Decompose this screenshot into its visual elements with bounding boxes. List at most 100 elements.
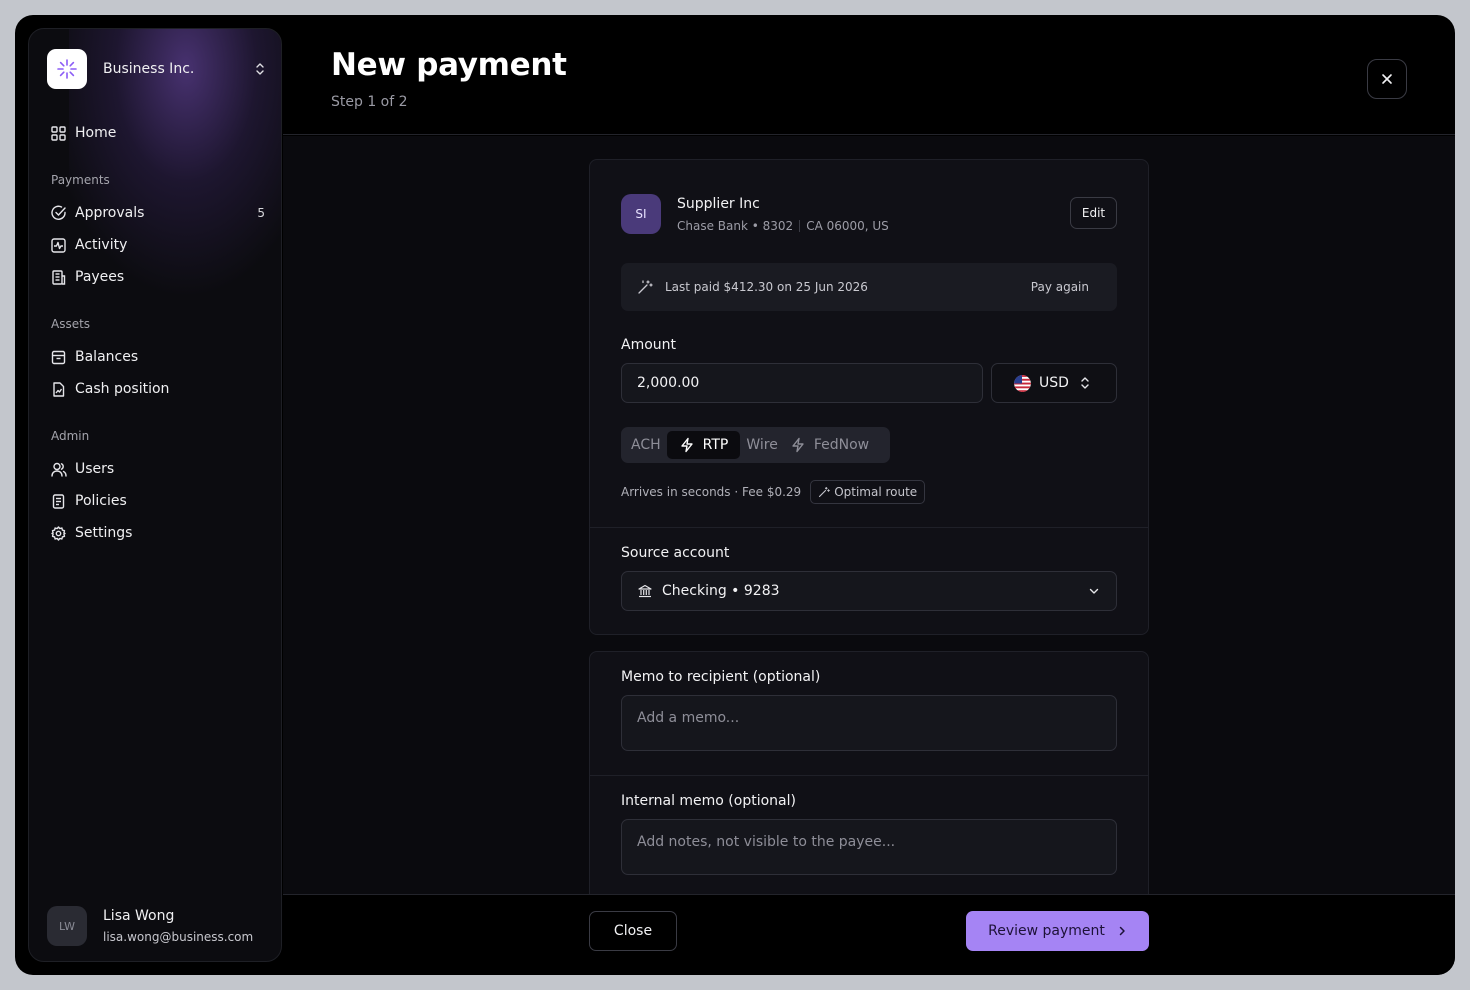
org-logo <box>47 49 87 89</box>
main-content: SI Supplier Inc Chase Bank • 8302 CA 060… <box>283 136 1455 894</box>
divider <box>590 527 1148 528</box>
payee-details: Chase Bank • 8302 CA 06000, US <box>677 219 889 233</box>
user-email: lisa.wong@business.com <box>103 930 254 944</box>
sidebar-item-label: Balances <box>75 349 139 365</box>
org-name: Business Inc. <box>103 61 195 77</box>
rail-label: ACH <box>631 437 661 453</box>
edit-payee-button[interactable]: Edit <box>1070 197 1117 229</box>
payment-details-card: SI Supplier Inc Chase Bank • 8302 CA 060… <box>589 159 1149 635</box>
chevron-up-down-icon <box>256 63 264 75</box>
user-name: Lisa Wong <box>103 908 175 924</box>
sidebar-item-users[interactable]: Users <box>51 457 267 481</box>
pay-again-link[interactable]: Pay again <box>1031 280 1089 294</box>
magic-wand-icon <box>638 280 653 294</box>
sidebar-item-settings[interactable]: Settings <box>51 521 267 545</box>
page-title: New payment <box>331 47 567 83</box>
user-info: Lisa Wong lisa.wong@business.com <box>103 908 253 944</box>
optimal-route-badge: Optimal route <box>810 480 926 504</box>
section-label-assets: Assets <box>51 317 91 331</box>
payee-name: Supplier Inc <box>677 196 760 212</box>
building-icon <box>51 269 67 285</box>
sidebar-item-label: Cash position <box>75 381 170 397</box>
rail-info: Arrives in seconds · Fee $0.29 Optimal r… <box>621 480 926 504</box>
bank-icon <box>638 584 652 598</box>
org-switcher[interactable]: Business Inc. <box>47 48 267 90</box>
payment-rail-selector: ACH RTP Wire FedNow <box>621 427 890 463</box>
users-icon <box>51 461 67 477</box>
activity-icon <box>51 237 67 253</box>
sidebar-item-approvals[interactable]: Approvals 5 <box>51 201 267 225</box>
lightning-icon <box>680 437 693 453</box>
sidebar-item-label: Approvals <box>75 205 145 221</box>
rail-label: RTP <box>702 437 729 453</box>
sidebar-item-label: Home <box>75 125 117 141</box>
page-header: New payment Step 1 of 2 <box>283 15 1455 135</box>
sidebar-item-policies[interactable]: Policies <box>51 489 267 513</box>
internal-memo-label: Internal memo (optional) <box>621 793 796 809</box>
memo-input[interactable]: Add a memo... <box>621 695 1117 751</box>
sidebar-item-cash-position[interactable]: Cash position <box>51 377 267 401</box>
chevron-right-icon <box>1119 926 1125 936</box>
payee-location: CA 06000, US <box>806 219 889 233</box>
sidebar-item-label: Settings <box>75 525 133 541</box>
payee-bank: Chase Bank • 8302 <box>677 219 794 233</box>
last-paid-banner: Last paid $412.30 on 25 Jun 2026 Pay aga… <box>621 263 1117 311</box>
file-chart-icon <box>51 381 67 397</box>
sidebar-item-home[interactable]: Home <box>51 121 267 145</box>
divider <box>590 775 1148 776</box>
memo-card: Memo to recipient (optional) Add a memo.… <box>589 651 1149 894</box>
sidebar-item-payees[interactable]: Payees <box>51 265 267 289</box>
approvals-count-badge: 5 <box>257 206 265 220</box>
sidebar-item-label: Payees <box>75 269 125 285</box>
lightning-icon <box>792 437 804 453</box>
archive-icon <box>51 349 67 365</box>
sidebar: Business Inc. Home Payments Approvals 5 … <box>28 28 282 962</box>
memo-label: Memo to recipient (optional) <box>621 669 821 685</box>
check-circle-icon <box>51 205 67 221</box>
source-account-select[interactable]: Checking • 9283 <box>621 571 1117 611</box>
close-dialog-button[interactable] <box>1367 59 1407 99</box>
source-account-label: Source account <box>621 545 730 561</box>
rail-label: FedNow <box>813 437 870 453</box>
badge-label: Optimal route <box>834 485 918 499</box>
step-indicator: Step 1 of 2 <box>331 94 408 110</box>
sidebar-item-label: Policies <box>75 493 127 509</box>
rail-option-rtp[interactable]: RTP <box>666 431 741 459</box>
user-profile[interactable]: LW Lisa Wong lisa.wong@business.com <box>47 904 267 948</box>
amount-label: Amount <box>621 337 677 353</box>
sidebar-item-balances[interactable]: Balances <box>51 345 267 369</box>
grid-icon <box>51 125 67 141</box>
sidebar-item-activity[interactable]: Activity <box>51 233 267 257</box>
rail-option-fednow[interactable]: FedNow <box>784 431 875 459</box>
divider <box>799 220 801 232</box>
payee-avatar: SI <box>621 194 661 234</box>
currency-select[interactable]: USD <box>991 363 1117 403</box>
rail-info-text: Arrives in seconds · Fee $0.29 <box>621 485 802 499</box>
close-icon <box>1382 74 1392 84</box>
sidebar-item-label: Users <box>75 461 115 477</box>
avatar: LW <box>47 906 87 946</box>
chevron-up-down-icon <box>1081 377 1089 389</box>
rail-option-ach[interactable]: ACH <box>625 431 667 459</box>
section-label-payments: Payments <box>51 173 110 187</box>
rail-option-wire[interactable]: Wire <box>740 431 784 459</box>
magic-wand-icon <box>819 486 830 498</box>
close-button[interactable]: Close <box>589 911 677 951</box>
source-account-value: Checking • 9283 <box>662 583 780 599</box>
sparkle-logo-icon <box>57 59 77 79</box>
chevron-down-icon <box>1089 588 1099 594</box>
sidebar-item-label: Activity <box>75 237 128 253</box>
section-label-admin: Admin <box>51 429 90 443</box>
footer-actions: Close Review payment <box>283 894 1455 975</box>
review-payment-button[interactable]: Review payment <box>966 911 1149 951</box>
currency-code: USD <box>1039 375 1069 391</box>
document-icon <box>51 493 67 509</box>
amount-input[interactable]: 2,000.00 <box>621 363 983 403</box>
review-payment-label: Review payment <box>988 923 1105 939</box>
us-flag-icon <box>1014 374 1031 392</box>
gear-icon <box>51 525 67 541</box>
last-paid-text: Last paid $412.30 on 25 Jun 2026 <box>665 280 868 294</box>
rail-label: Wire <box>746 437 778 453</box>
internal-memo-input[interactable]: Add notes, not visible to the payee... <box>621 819 1117 875</box>
app-window: Business Inc. Home Payments Approvals 5 … <box>15 15 1455 975</box>
